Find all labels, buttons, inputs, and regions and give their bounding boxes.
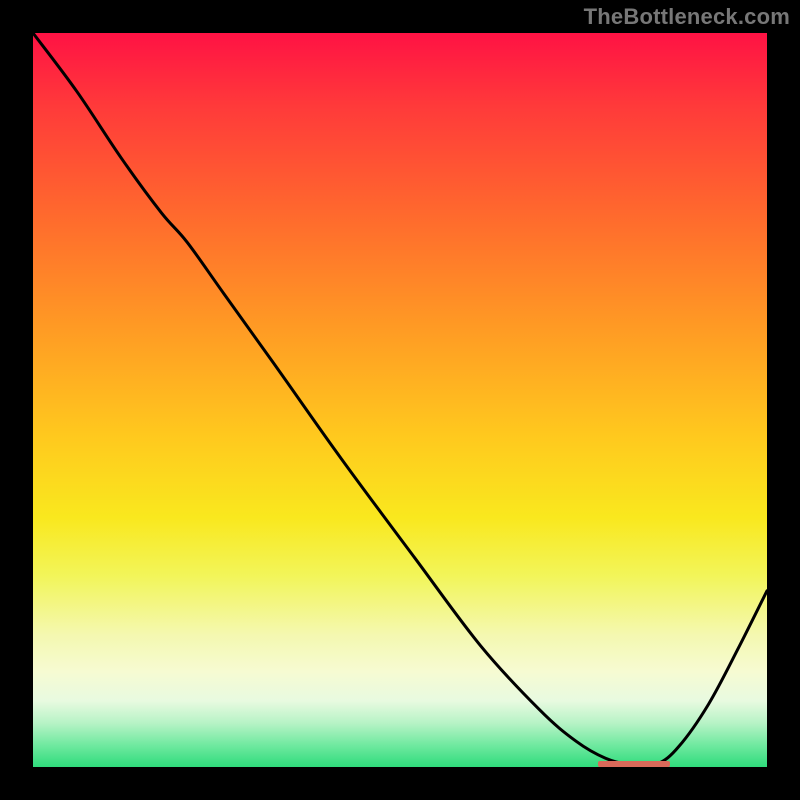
line-chart-svg	[33, 33, 767, 767]
min-flat-marker	[598, 761, 670, 767]
watermark-text: TheBottleneck.com	[584, 4, 790, 30]
bottleneck-curve	[33, 33, 767, 766]
chart-canvas: TheBottleneck.com	[0, 0, 800, 800]
